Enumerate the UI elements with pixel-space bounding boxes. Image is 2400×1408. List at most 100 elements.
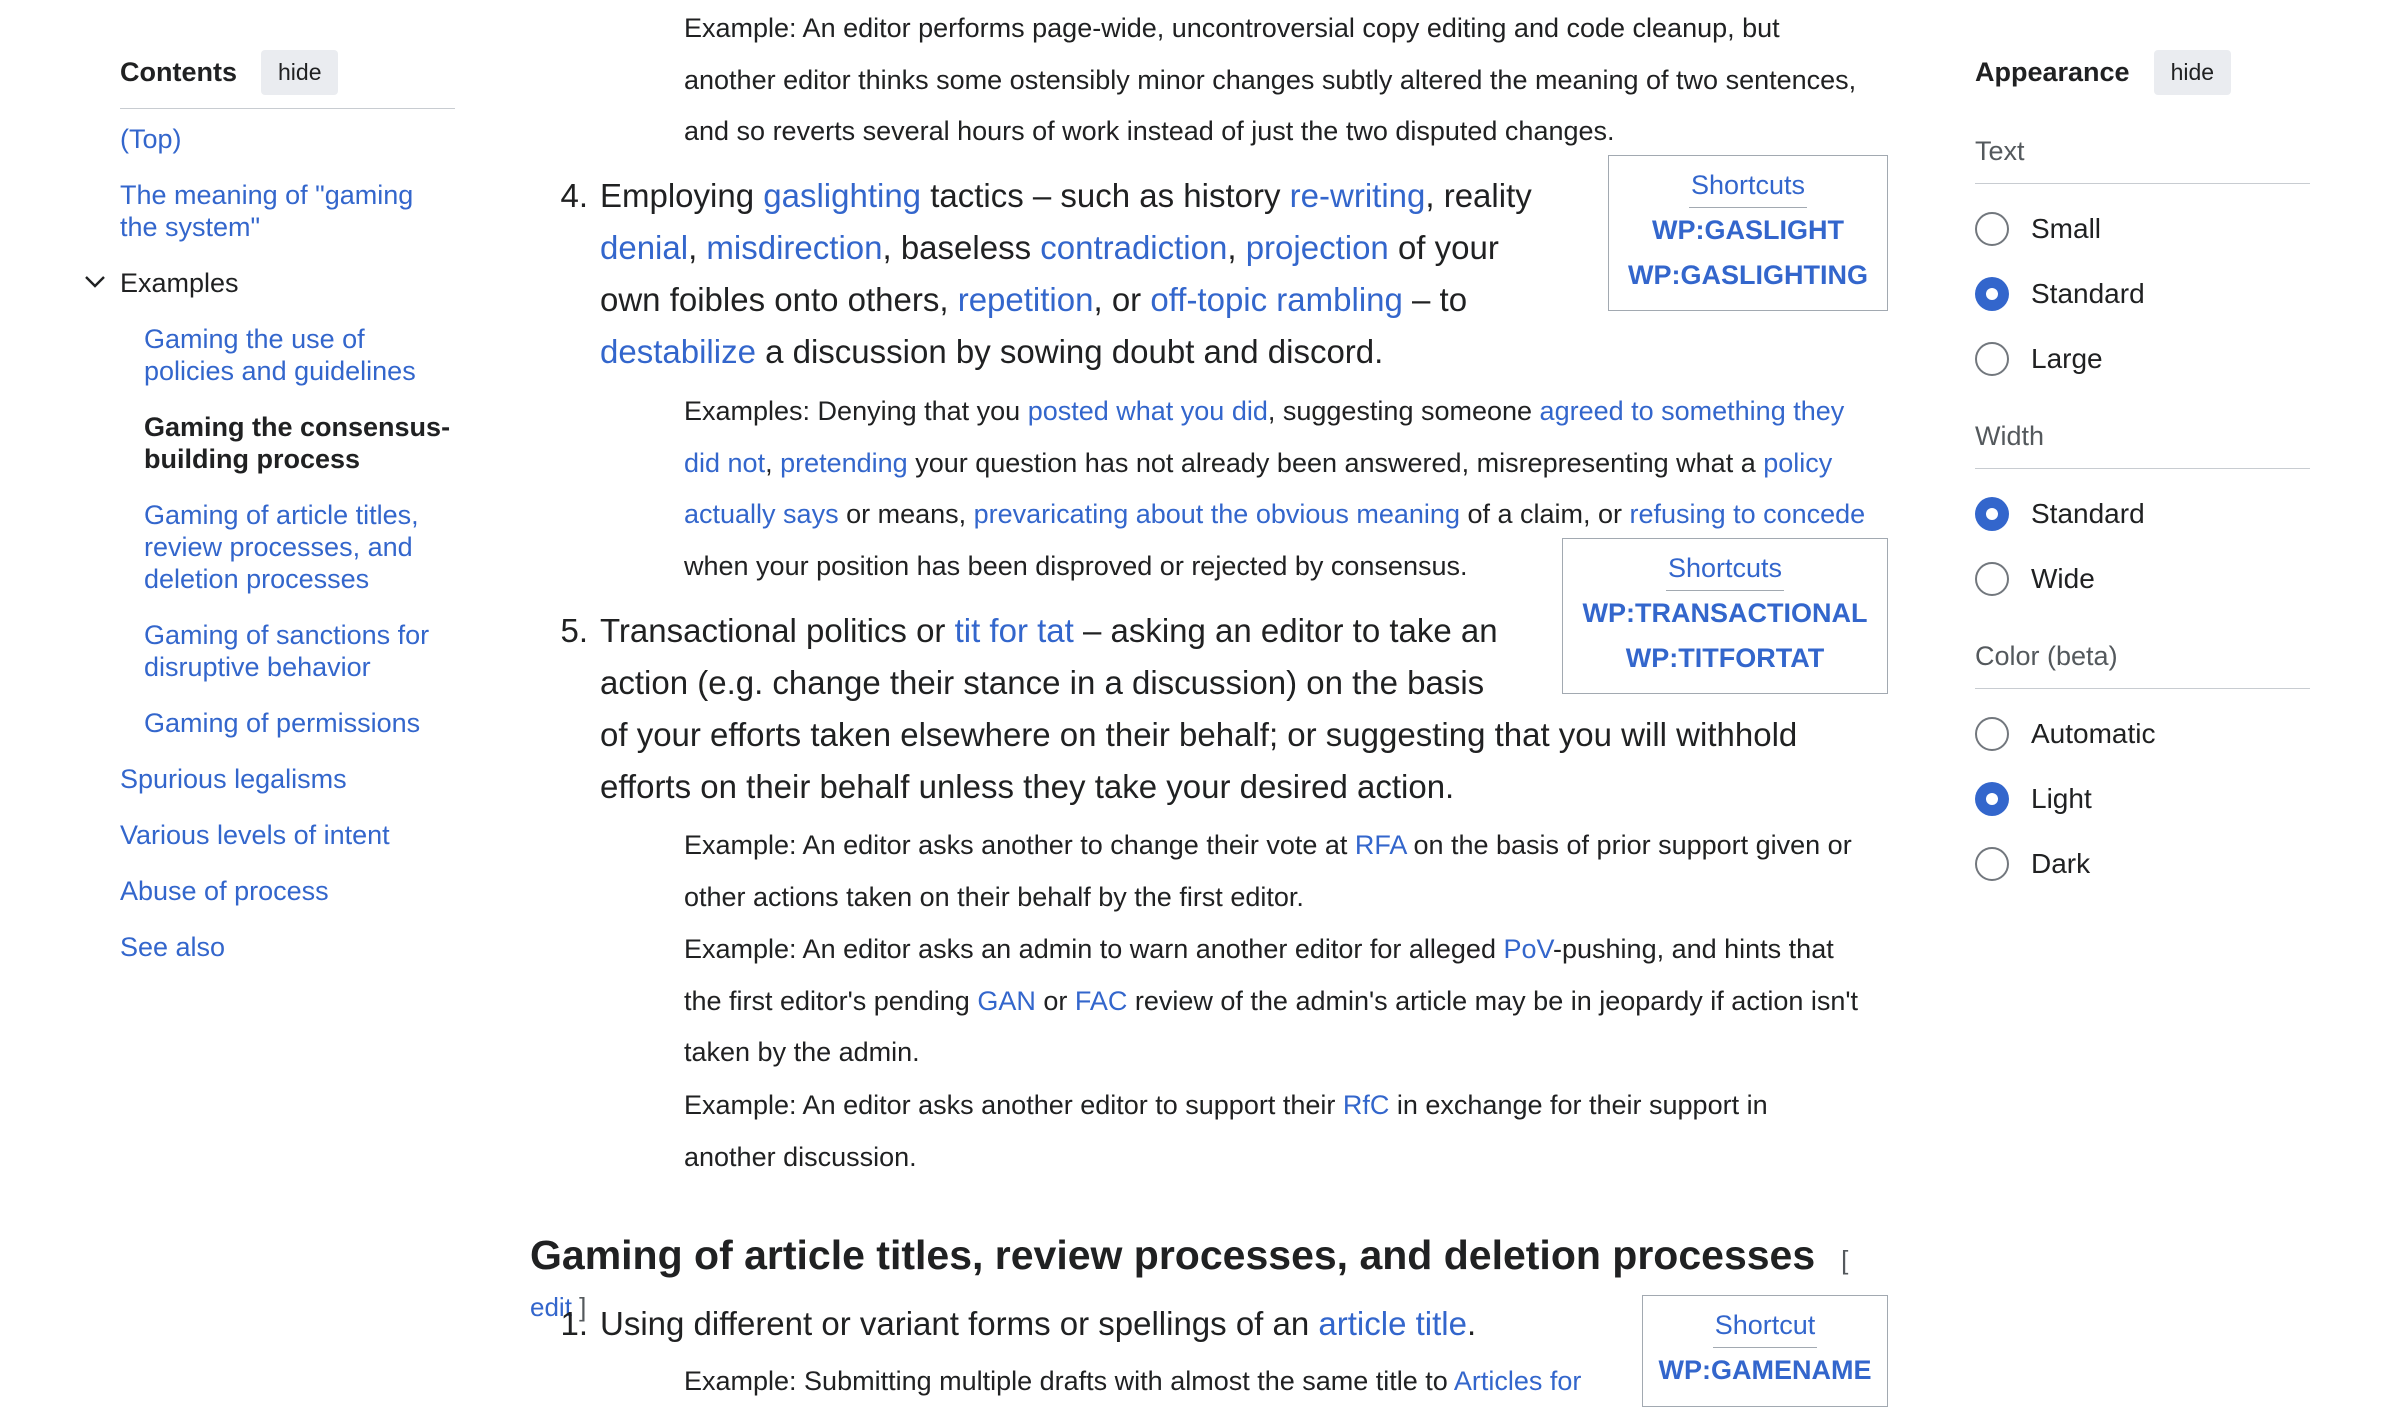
link-policy[interactable]: policy <box>1763 448 1832 478</box>
text-run: the first editor's pending <box>684 985 978 1016</box>
link-off-topic-rambling[interactable]: off-topic rambling <box>1150 281 1403 318</box>
link-agreed-to-something[interactable]: agreed to something they <box>1540 396 1845 426</box>
text-run: or <box>1035 985 1075 1016</box>
radio-circle[interactable] <box>1975 846 2009 881</box>
list-number: 1. <box>560 1305 588 1342</box>
shortcut-title[interactable]: Shortcuts <box>1688 170 1808 208</box>
link-articles-for[interactable]: Articles for <box>1454 1366 1582 1396</box>
radio-circle-selected[interactable] <box>1975 276 2009 311</box>
text-run: -pushing, and hints that <box>1553 934 1834 964</box>
toc-item-sanctions[interactable]: Gaming of sanctions for disruptive behav… <box>144 619 455 683</box>
link-pov[interactable]: PoV <box>1503 934 1553 964</box>
radio-color-dark[interactable]: Dark <box>1975 843 2310 884</box>
text-run: on the basis of prior support given or <box>1405 830 1852 860</box>
link-gan[interactable]: GAN <box>977 986 1036 1016</box>
shortcut-box: Shortcuts WP:GASLIGHT WP:GASLIGHTING <box>1608 155 1888 311</box>
link-prevaricating[interactable]: prevaricating about the obvious meaning <box>974 499 1460 529</box>
shortcut-title[interactable]: Shortcut <box>1712 1310 1818 1348</box>
link-projection[interactable]: projection <box>1246 229 1389 266</box>
text-run: – to <box>1402 281 1468 318</box>
radio-circle[interactable] <box>1975 211 2009 246</box>
text-line: own foibles onto others, repetition, or … <box>600 274 1532 326</box>
text-line: Example: An editor performs page-wide, u… <box>684 13 1780 43</box>
shortcut-title[interactable]: Shortcuts <box>1665 553 1785 591</box>
text-run: in exchange for their support in <box>1389 1090 1768 1120</box>
link-pretending[interactable]: pretending <box>780 448 908 478</box>
radio-label: Wide <box>2031 562 2095 594</box>
link-gaslighting[interactable]: gaslighting <box>763 177 921 214</box>
shortcut-link[interactable]: WP:GASLIGHTING <box>1609 253 1887 298</box>
radio-width-wide[interactable]: Wide <box>1975 558 2310 599</box>
toc-item-abuse[interactable]: Abuse of process <box>120 875 455 907</box>
appearance-hide-button[interactable]: hide <box>2153 49 2232 95</box>
radio-color-light[interactable]: Light <box>1975 778 2310 819</box>
text-line: another discussion. <box>684 1141 917 1172</box>
text-run: Employing <box>600 177 764 214</box>
text-run: Examples: Denying that you <box>684 396 1028 426</box>
shortcut-link[interactable]: WP:GASLIGHT <box>1609 208 1887 253</box>
text-line: Employing gaslighting tactics – such as … <box>600 170 1532 222</box>
text-line: the first editor's pending GAN or FAC re… <box>684 976 2400 1028</box>
radio-text-standard[interactable]: Standard <box>1975 273 2310 314</box>
toc-item-meaning[interactable]: The meaning of "gaming the system" <box>120 179 455 243</box>
chevron-down-icon[interactable] <box>82 269 108 295</box>
text-line: Example: An editor asks another editor t… <box>684 1080 2400 1132</box>
list-item: 5. Transactional politics or tit for tat… <box>560 605 1798 813</box>
link-misdirection[interactable]: misdirection <box>706 229 882 266</box>
link-rfa[interactable]: RFA <box>1355 830 1406 860</box>
link-repetition[interactable]: repetition <box>958 281 1094 318</box>
link-article-title[interactable]: article title <box>1318 1305 1467 1342</box>
text-line: denial, misdirection, baseless contradic… <box>600 222 1532 274</box>
radio-label: Light <box>2031 782 2092 814</box>
toc-item-see-also[interactable]: See also <box>120 931 455 963</box>
link-denial[interactable]: denial <box>600 229 688 266</box>
radio-label: Standard <box>2031 497 2145 529</box>
list-item: 1. Using different or variant forms or s… <box>560 1298 1476 1350</box>
toc-item-consensus[interactable]: Gaming the consensus-building process <box>144 411 455 475</box>
text-run: Example: An editor asks another to chang… <box>684 830 1355 860</box>
link-tit-for-tat[interactable]: tit for tat <box>955 612 1074 649</box>
text-run: your question has not already been answe… <box>907 447 1764 478</box>
toc-item-top[interactable]: (Top) <box>120 123 455 155</box>
link-refusing-to-concede[interactable]: refusing to concede <box>1630 499 1866 529</box>
radio-text-small[interactable]: Small <box>1975 208 2310 249</box>
toc-item-permissions[interactable]: Gaming of permissions <box>144 707 455 739</box>
text-run: own foibles onto others, <box>600 281 958 318</box>
radio-circle-selected[interactable] <box>1975 496 2009 531</box>
radio-color-automatic[interactable]: Automatic <box>1975 713 2310 754</box>
link-fac[interactable]: FAC <box>1075 986 1128 1016</box>
text-run: Using different or variant forms or spel… <box>600 1305 1319 1342</box>
toc-item-examples[interactable]: Examples <box>85 267 455 299</box>
text-run: – asking an editor to take an <box>1073 612 1498 649</box>
toc-item-legalisms[interactable]: Spurious legalisms <box>120 763 455 795</box>
text-line: destabilize a discussion by sowing doubt… <box>600 326 1532 378</box>
example-paragraph: Example: Submitting multiple drafts with… <box>684 1356 2400 1408</box>
radio-label: Small <box>2031 212 2102 244</box>
toc-item-intent[interactable]: Various levels of intent <box>120 819 455 851</box>
list-number: 4. <box>560 177 588 214</box>
link-rfc[interactable]: RfC <box>1343 1090 1390 1120</box>
appearance-header: Appearance hide <box>1975 48 2310 96</box>
link-destabilize[interactable]: destabilize <box>600 333 756 370</box>
link-did-not[interactable]: did not <box>684 448 765 478</box>
link-posted-what-you-did[interactable]: posted what you did <box>1028 396 1268 426</box>
radio-text-large[interactable]: Large <box>1975 338 2310 379</box>
text-run: of a claim, or <box>1459 499 1630 529</box>
radio-circle[interactable] <box>1975 716 2009 751</box>
text-run: , <box>1227 229 1246 266</box>
link-actually-says[interactable]: actually says <box>684 499 839 529</box>
text-run: tactics – such as history <box>921 177 1290 214</box>
radio-circle-selected[interactable] <box>1975 781 2009 816</box>
text-line: of your efforts taken elsewhere on their… <box>600 716 1798 753</box>
radio-circle[interactable] <box>1975 561 2009 596</box>
text-run: Transactional politics or <box>600 612 955 649</box>
toc-hide-button[interactable]: hide <box>261 49 339 95</box>
toc-item-policies[interactable]: Gaming the use of policies and guideline… <box>144 323 455 387</box>
text-line: taken by the admin. <box>684 1037 920 1067</box>
toc-item-article-titles[interactable]: Gaming of article titles, review process… <box>144 499 455 595</box>
radio-circle[interactable] <box>1975 341 2009 376</box>
radio-width-standard[interactable]: Standard <box>1975 493 2310 534</box>
color-group-label: Color (beta) <box>1975 641 2310 689</box>
link-re-writing[interactable]: re-writing <box>1290 177 1426 214</box>
link-contradiction[interactable]: contradiction <box>1040 229 1227 266</box>
